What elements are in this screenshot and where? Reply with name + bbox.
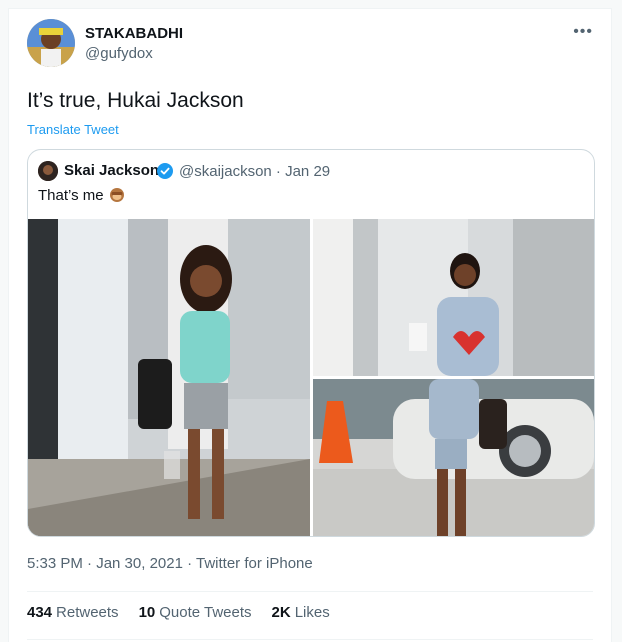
more-options-icon[interactable]: ••• bbox=[573, 23, 593, 41]
quoted-author-avatar[interactable] bbox=[38, 161, 58, 181]
likes-count: 2K bbox=[271, 604, 291, 621]
quote-tweets-label: Quote Tweets bbox=[159, 604, 252, 621]
photo-by-car-image bbox=[313, 379, 594, 536]
retweets-count: 434 bbox=[27, 604, 53, 621]
author-name[interactable]: STAKABADHI bbox=[85, 25, 183, 42]
translate-tweet-link[interactable]: Translate Tweet bbox=[27, 122, 119, 137]
tweet-card: STAKABADHI @gufydox ••• It’s true, Hukai… bbox=[8, 8, 612, 642]
likes-label: Likes bbox=[294, 604, 330, 621]
retweets-stat[interactable]: 434 Retweets bbox=[27, 604, 119, 621]
timestamp-time[interactable]: 5:33 PM · Jan 30, 2021 · bbox=[27, 555, 196, 572]
timestamp-source[interactable]: Twitter for iPhone bbox=[196, 555, 313, 572]
photo-holding-cup[interactable] bbox=[313, 219, 594, 376]
photo-holding-cup-image bbox=[313, 219, 594, 376]
verified-badge-icon bbox=[157, 163, 173, 179]
see-no-evil-monkey-icon bbox=[110, 188, 124, 202]
photo-walking-street-image bbox=[28, 219, 310, 536]
quoted-author-name[interactable]: Skai Jackson bbox=[64, 162, 159, 179]
divider bbox=[27, 639, 593, 640]
photo-walking-street[interactable] bbox=[28, 219, 310, 536]
profile-avatar-icon bbox=[27, 19, 75, 67]
quoted-handle-date[interactable]: @skaijackson · Jan 29 bbox=[179, 163, 330, 180]
quote-tweets-stat[interactable]: 10 Quote Tweets bbox=[139, 604, 252, 621]
photo-by-car[interactable] bbox=[313, 379, 594, 536]
tweet-text: It’s true, Hukai Jackson bbox=[27, 89, 244, 112]
quoted-tweet[interactable]: Skai Jackson @skaijackson · Jan 29 That’… bbox=[27, 149, 595, 537]
divider bbox=[27, 591, 593, 592]
engagement-stats: 434 Retweets 10 Quote Tweets 2K Likes bbox=[27, 604, 330, 621]
author-avatar[interactable] bbox=[27, 19, 75, 67]
tweet-timestamp: 5:33 PM · Jan 30, 2021 · Twitter for iPh… bbox=[27, 555, 313, 572]
author-handle[interactable]: @gufydox bbox=[85, 45, 153, 62]
retweets-label: Retweets bbox=[56, 604, 119, 621]
quoted-text: That’s me bbox=[38, 187, 104, 204]
quoted-avatar-icon bbox=[38, 161, 58, 181]
quote-tweets-count: 10 bbox=[138, 604, 156, 621]
likes-stat[interactable]: 2K Likes bbox=[272, 604, 330, 621]
